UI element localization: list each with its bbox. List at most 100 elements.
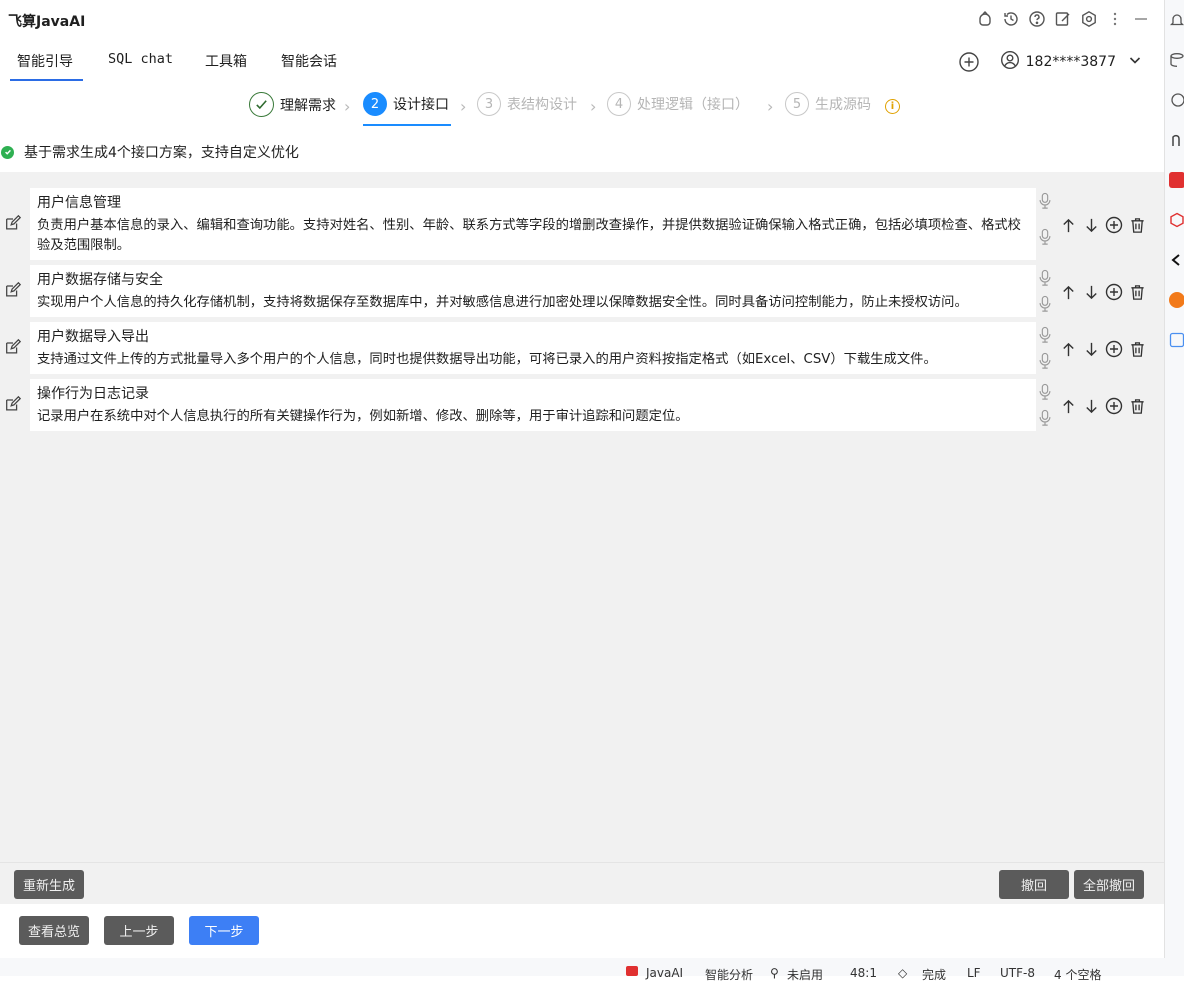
step-number: 5	[785, 92, 809, 116]
javaai-plugin-icon[interactable]	[1169, 172, 1184, 188]
edit-icon[interactable]	[4, 281, 24, 301]
regenerate-button[interactable]: 重新生成	[14, 870, 84, 899]
interface-title: 用户数据存储与安全	[37, 272, 163, 288]
javaai-plugin-panel: 飞算JavaAI 智能引导 SQL chat 工具箱 智能会话 182****3…	[0, 0, 1164, 976]
app-title: 飞算JavaAI	[8, 14, 86, 30]
chevron-right-icon: ›	[767, 97, 774, 116]
move-down-icon[interactable]	[1082, 282, 1100, 302]
ai-assistant-icon[interactable]	[1169, 92, 1184, 108]
delete-icon[interactable]	[1128, 396, 1146, 416]
notifications-icon[interactable]	[1169, 12, 1184, 28]
success-check-icon	[1, 145, 14, 159]
ide-status-bar: JavaAI 智能分析 ⚲ 未启用 48:1 ◇ 完成 LF UTF-8 4 个…	[0, 958, 1184, 982]
next-step-button[interactable]: 下一步	[189, 916, 259, 945]
tool-n-icon[interactable]	[1169, 132, 1184, 148]
status-unused[interactable]: 未启用	[787, 966, 823, 983]
status-done[interactable]: 完成	[922, 966, 946, 983]
tab-smart-chat[interactable]: 智能会话	[281, 51, 337, 79]
edit-icon[interactable]	[4, 395, 24, 415]
tab-sql-chat[interactable]: SQL chat	[108, 51, 173, 75]
add-circle-icon[interactable]	[1105, 282, 1123, 302]
help-icon[interactable]	[1028, 9, 1046, 29]
status-plugin-name[interactable]: JavaAI	[646, 966, 683, 980]
interface-list: 用户信息管理 负责用户基本信息的录入、编辑和查询功能。支持对姓名、性别、年龄、联…	[0, 172, 1164, 862]
add-circle-icon[interactable]	[1105, 339, 1123, 359]
move-up-icon[interactable]	[1059, 282, 1077, 302]
status-analysis[interactable]: 智能分析	[705, 966, 753, 983]
undo-all-button[interactable]: 全部撤回	[1074, 870, 1144, 899]
user-menu[interactable]: 182****3877	[1000, 50, 1142, 74]
edit-note-icon[interactable]	[1054, 9, 1072, 29]
view-overview-button[interactable]: 查看总览	[19, 916, 89, 945]
active-step-indicator	[363, 124, 451, 126]
microphone-icon[interactable]	[1037, 326, 1055, 346]
microphone-icon[interactable]	[1037, 269, 1055, 289]
code-icon: ◇	[898, 966, 908, 980]
undo-button[interactable]: 撤回	[999, 870, 1069, 899]
javaai-status-icon	[626, 966, 638, 976]
move-down-icon[interactable]	[1082, 215, 1100, 235]
history-icon[interactable]	[1002, 9, 1020, 29]
chevron-down-icon[interactable]	[1128, 53, 1142, 71]
interface-card[interactable]: 操作行为日志记录 记录用户在系统中对个人信息执行的所有关键操作行为，例如新增、修…	[30, 379, 1036, 431]
interface-card[interactable]: 用户数据存储与安全 实现用户个人信息的持久化存储机制，支持将数据保存至数据库中，…	[30, 265, 1036, 317]
add-circle-icon[interactable]	[1105, 215, 1123, 235]
move-up-icon[interactable]	[1059, 339, 1077, 359]
delete-icon[interactable]	[1128, 282, 1146, 302]
code-icon[interactable]	[1169, 252, 1184, 268]
info-icon[interactable]: i	[885, 99, 900, 114]
delete-icon[interactable]	[1128, 339, 1146, 359]
interface-card[interactable]: 用户数据导入导出 支持通过文件上传的方式批量导入多个用户的个人信息，同时也提供数…	[30, 322, 1036, 374]
check-icon	[249, 92, 274, 117]
interface-title: 操作行为日志记录	[37, 386, 149, 402]
line-ending[interactable]: LF	[967, 966, 981, 980]
interface-card[interactable]: 用户信息管理 负责用户基本信息的录入、编辑和查询功能。支持对姓名、性别、年龄、联…	[30, 188, 1036, 260]
settings-icon[interactable]	[1080, 9, 1098, 29]
step-navigation: 查看总览 上一步 下一步	[0, 904, 1164, 958]
plugin-icon[interactable]	[976, 9, 994, 29]
file-encoding[interactable]: UTF-8	[1000, 966, 1035, 980]
step-design-interfaces[interactable]: 2 设计接口	[363, 92, 449, 116]
edit-icon[interactable]	[4, 338, 24, 358]
interface-description: 实现用户个人信息的持久化存储机制，支持将数据保存至数据库中，并对敏感信息进行加密…	[37, 295, 968, 310]
move-up-icon[interactable]	[1059, 215, 1077, 235]
interface-description: 负责用户基本信息的录入、编辑和查询功能。支持对姓名、性别、年龄、联系方式等字段的…	[37, 218, 1021, 253]
tab-smart-guide[interactable]: 智能引导	[10, 51, 83, 81]
database-icon[interactable]	[1169, 52, 1184, 68]
add-circle-icon[interactable]	[958, 51, 980, 73]
item-actions	[1059, 339, 1146, 359]
step-label: 表结构设计	[507, 97, 577, 113]
cursor-position[interactable]: 48:1	[850, 966, 877, 980]
cube-icon[interactable]	[1169, 212, 1184, 228]
move-down-icon[interactable]	[1082, 396, 1100, 416]
microphone-icon[interactable]	[1037, 295, 1055, 315]
microphone-icon[interactable]	[1037, 409, 1055, 429]
chevron-right-icon: ›	[590, 97, 597, 116]
microphone-icon[interactable]	[1037, 192, 1055, 212]
more-vertical-icon[interactable]	[1106, 9, 1124, 29]
microphone-icon[interactable]	[1037, 383, 1055, 403]
list-item: 用户数据导入导出 支持通过文件上传的方式批量导入多个用户的个人信息，同时也提供数…	[0, 322, 1164, 374]
microphone-icon[interactable]	[1037, 352, 1055, 372]
indent-setting[interactable]: 4 个空格	[1054, 966, 1101, 983]
step-processing-logic[interactable]: 4 处理逻辑（接口）	[607, 92, 749, 116]
translate-icon[interactable]	[1169, 332, 1184, 348]
step-label: 理解需求	[280, 97, 336, 114]
minimize-icon[interactable]	[1132, 9, 1150, 29]
item-actions	[1059, 396, 1146, 416]
tab-toolbox[interactable]: 工具箱	[205, 51, 247, 79]
edit-icon[interactable]	[4, 214, 24, 234]
delete-icon[interactable]	[1128, 215, 1146, 235]
move-down-icon[interactable]	[1082, 339, 1100, 359]
add-circle-icon[interactable]	[1105, 396, 1123, 416]
interface-description: 支持通过文件上传的方式批量导入多个用户的个人信息，同时也提供数据导出功能，可将已…	[37, 352, 937, 367]
step-number: 3	[477, 92, 501, 116]
orange-plugin-icon[interactable]	[1169, 292, 1184, 308]
move-up-icon[interactable]	[1059, 396, 1077, 416]
list-item: 用户数据存储与安全 实现用户个人信息的持久化存储机制，支持将数据保存至数据库中，…	[0, 265, 1164, 317]
microphone-icon[interactable]	[1037, 228, 1055, 248]
step-understand-requirements[interactable]: 理解需求	[249, 92, 336, 117]
previous-step-button[interactable]: 上一步	[104, 916, 174, 945]
step-generate-code[interactable]: 5 生成源码	[785, 92, 871, 116]
step-table-design[interactable]: 3 表结构设计	[477, 92, 577, 116]
